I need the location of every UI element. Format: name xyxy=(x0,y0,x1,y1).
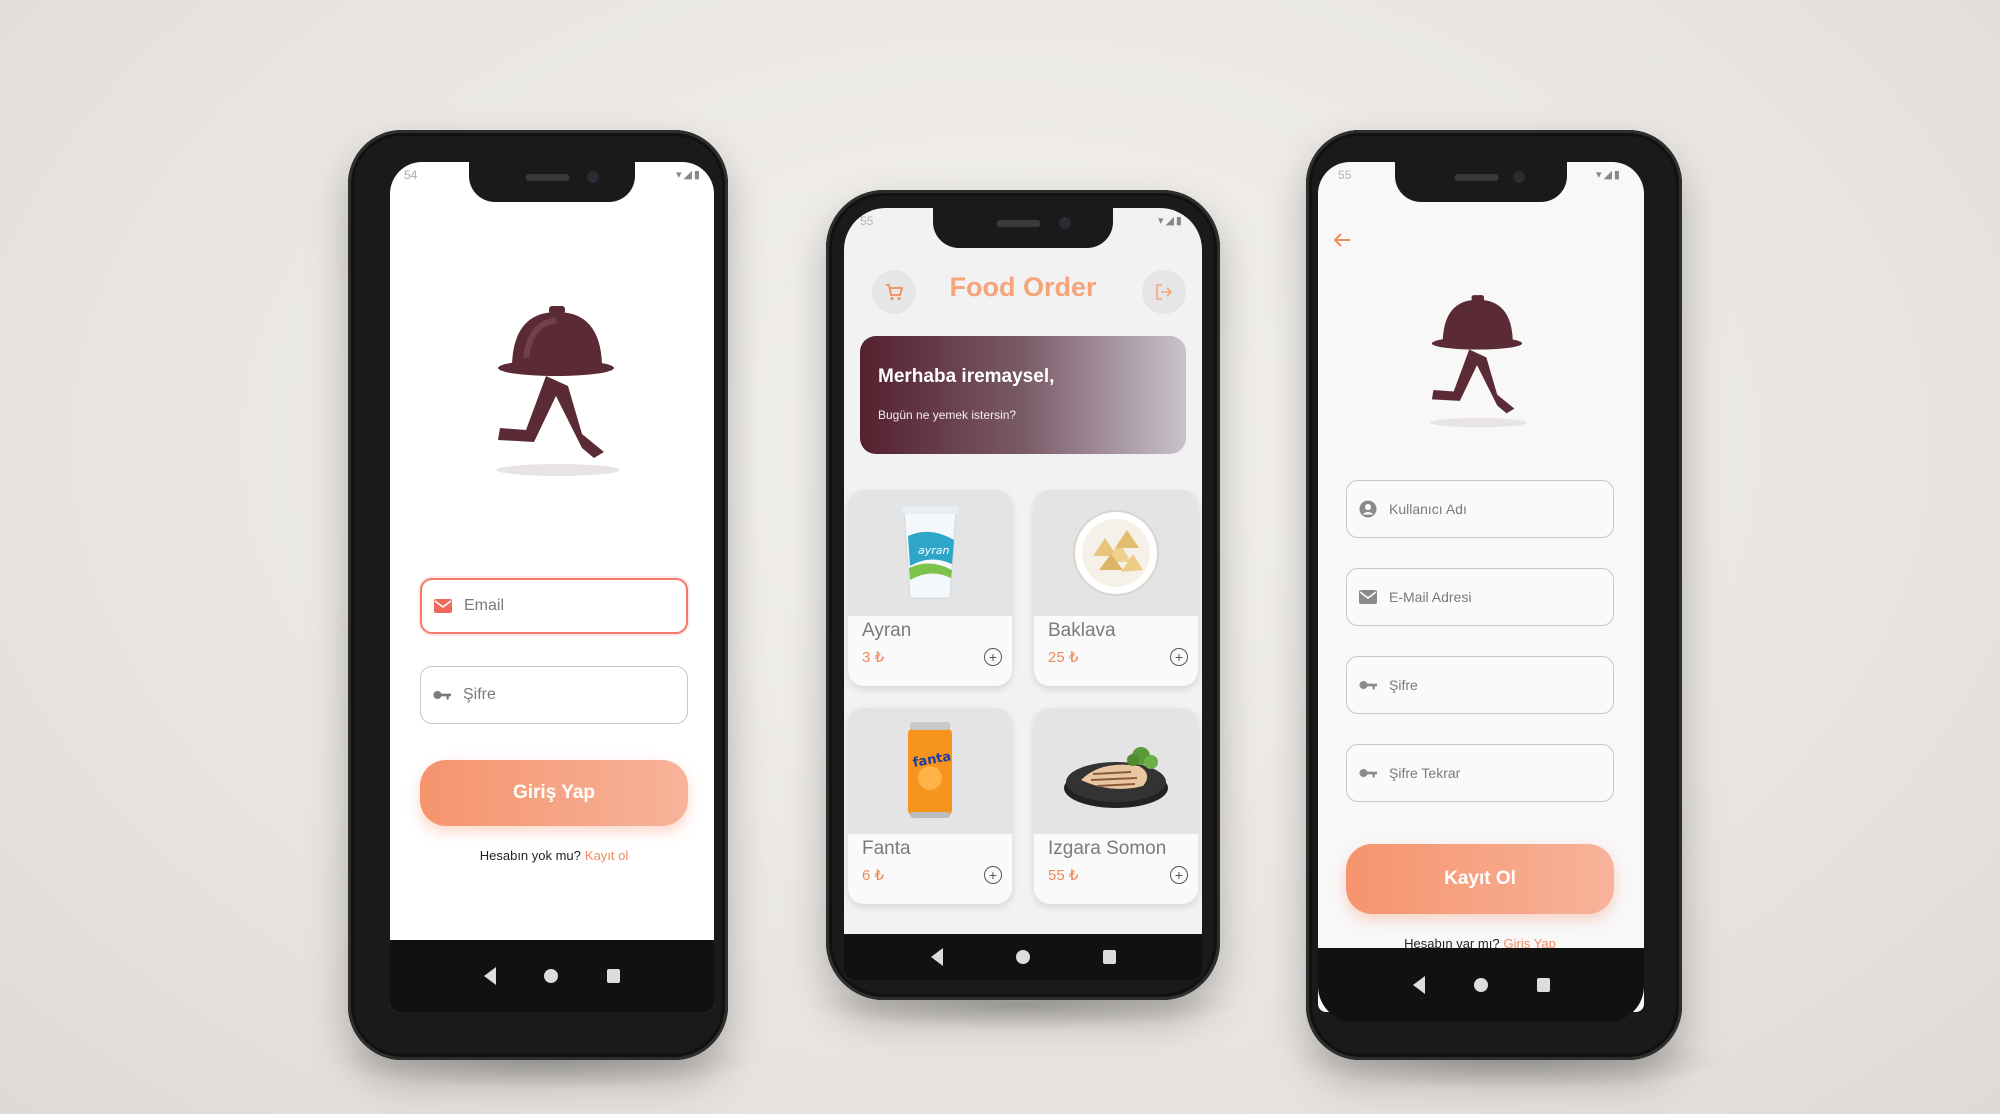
grilled-salmon-icon xyxy=(1064,747,1168,808)
password-repeat-input[interactable] xyxy=(1387,764,1613,782)
register-link[interactable]: Kayıt ol xyxy=(585,848,628,863)
status-icons: ▾◢▮ xyxy=(675,169,702,181)
password-repeat-field[interactable] xyxy=(1346,744,1614,802)
username-field[interactable] xyxy=(1346,480,1614,538)
greeting-subtitle: Bugün ne yemek istersin? xyxy=(878,408,1017,422)
email-field[interactable] xyxy=(1346,568,1614,626)
key-icon xyxy=(433,686,451,704)
plus-circle-icon[interactable]: + xyxy=(1170,648,1188,666)
product-name: Ayran xyxy=(862,620,912,641)
login-button[interactable]: Giriş Yap xyxy=(420,760,688,826)
logout-icon xyxy=(1156,284,1173,300)
nav-home-icon[interactable] xyxy=(1015,950,1030,964)
status-time: 54 xyxy=(404,168,418,182)
back-arrow-icon[interactable] xyxy=(1332,232,1352,248)
greeting-banner: Merhaba iremaysel, Bugün ne yemek isters… xyxy=(860,336,1186,454)
register-phone: 55 ▾◢▮ Kullanıcı Adı E-Mail Adresi Kayıt… xyxy=(1306,130,1682,1060)
register-nav-bar xyxy=(1318,948,1644,1022)
product-name: Izgara Somon xyxy=(1048,838,1167,859)
notch xyxy=(469,162,635,202)
product-card-izgara-somon[interactable]: Izgara Somon 55 ₺ + xyxy=(1034,708,1198,904)
nav-home-icon[interactable] xyxy=(1473,978,1488,992)
product-name: Fanta xyxy=(862,838,911,859)
product-image-bg: ayran xyxy=(848,490,1012,616)
login-phone: 54 ▾◢▮ Giriş Yap xyxy=(348,130,728,1060)
login-footer-text: Hesabın yok mu? xyxy=(479,848,581,863)
email-input[interactable] xyxy=(1387,588,1613,606)
product-price: 55 ₺ xyxy=(1048,867,1079,884)
email-input[interactable] xyxy=(462,596,686,616)
nav-recents-icon[interactable] xyxy=(606,969,620,983)
plus-circle-icon[interactable]: + xyxy=(984,648,1002,666)
product-card-baklava[interactable]: Baklava 25 ₺ + xyxy=(1034,490,1198,686)
mail-icon xyxy=(1359,588,1377,606)
front-camera xyxy=(1513,171,1525,183)
logout-button[interactable] xyxy=(1142,270,1186,314)
nav-home-icon[interactable] xyxy=(544,969,559,983)
ayran-cup-icon: ayran xyxy=(902,506,958,599)
android-nav-bar xyxy=(844,934,1202,980)
password-field[interactable] xyxy=(1346,656,1614,714)
home-phone: 55 ▾◢▮ Food Order Merhaba iremaysel, Bug… xyxy=(826,190,1220,1000)
nav-back-icon[interactable] xyxy=(930,948,943,966)
password-input[interactable] xyxy=(1387,676,1613,694)
status-time: 55 xyxy=(1338,168,1352,182)
product-price: 6 ₺ xyxy=(862,867,885,884)
product-card-fanta[interactable]: fanta Fanta 6 ₺ + xyxy=(848,708,1012,904)
login-footer: Hesabın yok mu? Kayıt ol xyxy=(420,848,688,863)
waiter-logo-icon xyxy=(496,306,620,476)
login-screen: 54 ▾◢▮ Giriş Yap xyxy=(390,162,714,1012)
plus-circle-icon[interactable]: + xyxy=(984,866,1002,884)
speaker xyxy=(996,220,1041,227)
product-price: 25 ₺ xyxy=(1048,649,1079,666)
home-screen: 55 ▾◢▮ Food Order Merhaba iremaysel, Bug… xyxy=(844,208,1202,980)
key-icon xyxy=(1359,676,1377,694)
cart-button[interactable] xyxy=(872,270,916,314)
nav-back-icon[interactable] xyxy=(1412,976,1425,994)
waiter-logo-icon xyxy=(1430,295,1527,428)
person-icon xyxy=(1359,500,1377,518)
product-card-ayran[interactable]: ayran Ayran 3 ₺ + xyxy=(848,490,1012,686)
mail-icon xyxy=(434,597,452,615)
product-image-bg xyxy=(1034,490,1198,616)
product-price: 3 ₺ xyxy=(862,649,885,666)
password-field[interactable] xyxy=(420,666,688,724)
register-screen: 55 ▾◢▮ Kullanıcı Adı E-Mail Adresi Kayıt… xyxy=(1318,162,1644,1012)
nav-recents-icon[interactable] xyxy=(1102,950,1116,964)
nav-recents-icon[interactable] xyxy=(1536,978,1550,992)
greeting-text: Merhaba iremaysel, xyxy=(878,366,1055,387)
speaker xyxy=(1454,174,1499,181)
key-icon xyxy=(1359,764,1377,782)
status-icons: ▾◢▮ xyxy=(1157,215,1184,227)
speaker xyxy=(525,174,570,181)
svg-text:ayran: ayran xyxy=(918,544,950,557)
front-camera xyxy=(587,171,599,183)
nav-back-icon[interactable] xyxy=(484,967,497,985)
register-button[interactable]: Kayıt Ol xyxy=(1346,844,1614,914)
product-image-bg xyxy=(1034,708,1198,834)
username-input[interactable] xyxy=(1387,500,1613,518)
notch xyxy=(933,208,1113,248)
plus-circle-icon[interactable]: + xyxy=(1170,866,1188,884)
product-name: Baklava xyxy=(1048,620,1116,641)
product-image-bg: fanta xyxy=(848,708,1012,834)
baklava-plate-icon xyxy=(1073,510,1159,596)
fanta-can-icon: fanta xyxy=(908,722,952,818)
email-field[interactable] xyxy=(420,578,688,634)
password-input[interactable] xyxy=(461,685,687,705)
status-time: 55 xyxy=(860,214,874,228)
notch xyxy=(1395,162,1567,202)
app-title: Food Order xyxy=(949,272,1097,302)
status-icons: ▾◢▮ xyxy=(1595,169,1622,181)
front-camera xyxy=(1059,217,1071,229)
cart-icon xyxy=(886,284,904,300)
android-nav-bar xyxy=(390,940,714,1012)
